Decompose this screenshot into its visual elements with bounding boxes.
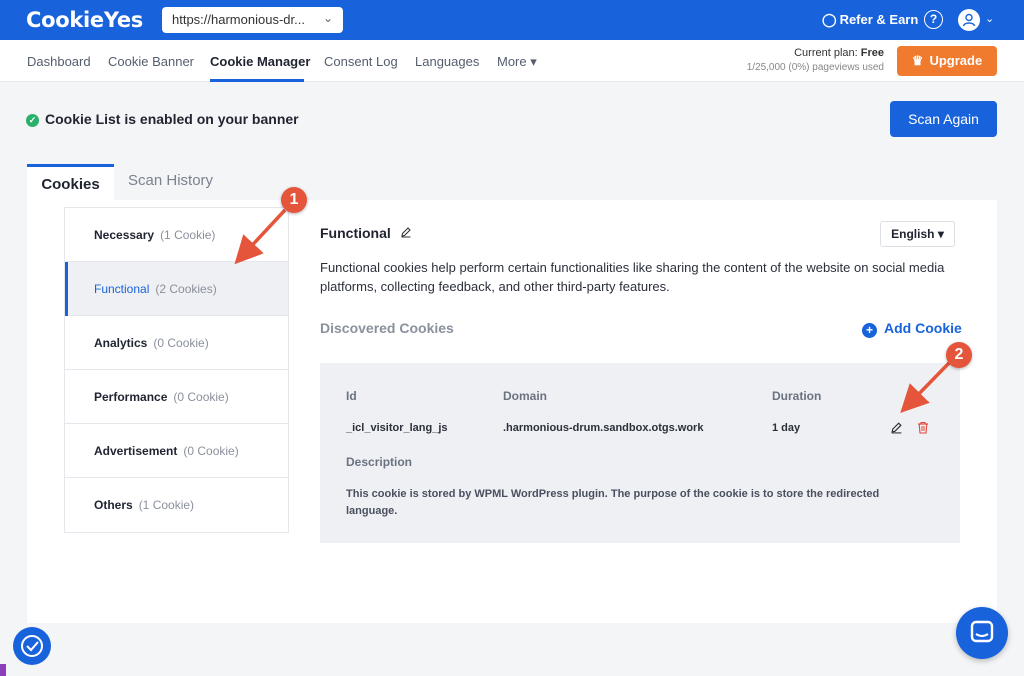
annotation-badge-1: 1 — [281, 187, 307, 213]
cookie-check-icon — [21, 635, 43, 657]
annotation-arrow-2 — [900, 360, 952, 414]
consent-preferences-icon[interactable] — [13, 627, 51, 665]
annotation-badge-2: 2 — [946, 342, 972, 368]
window-edge-decoration — [0, 664, 6, 676]
annotation-arrows — [234, 208, 952, 414]
chat-bubble-icon — [970, 620, 994, 643]
annotation-arrow-1 — [234, 208, 287, 265]
chat-support-icon[interactable] — [956, 607, 1008, 659]
